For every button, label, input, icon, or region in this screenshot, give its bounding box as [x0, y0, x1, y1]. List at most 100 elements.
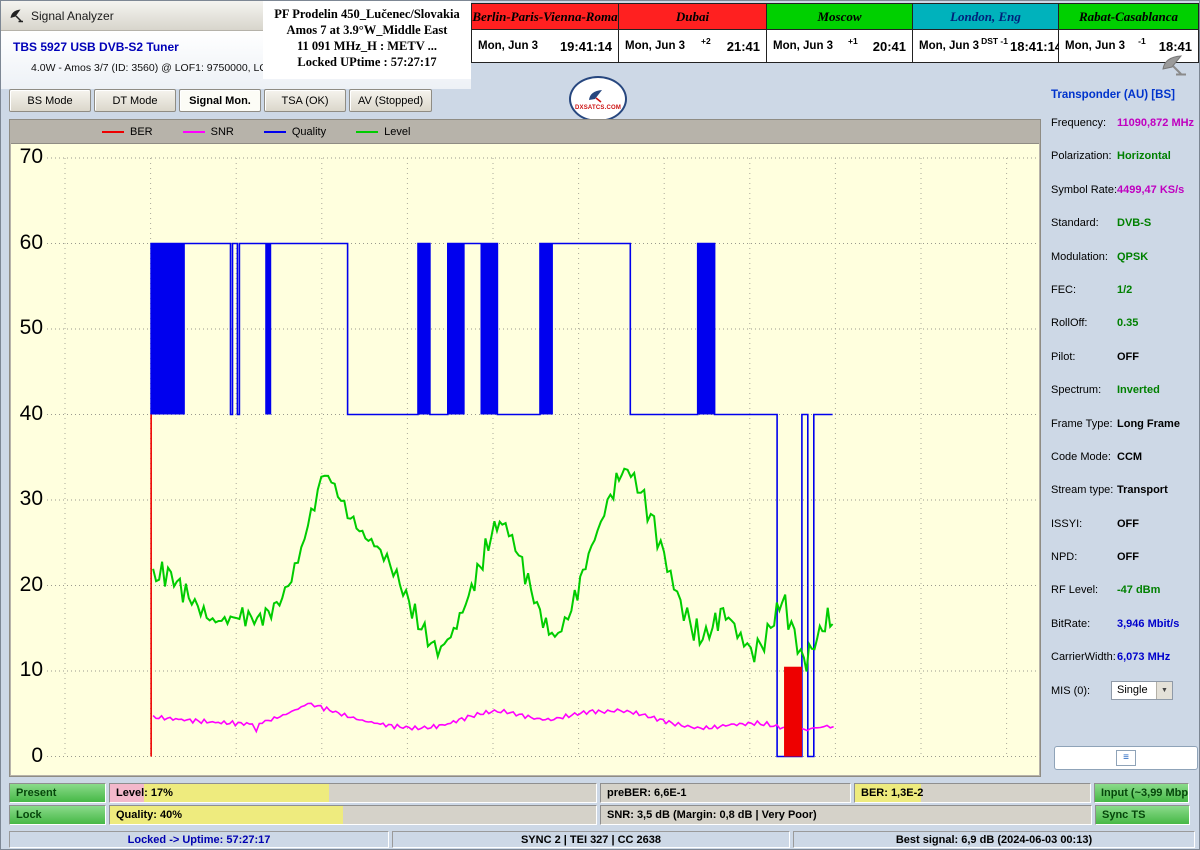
- tp-row-bitrate: BitRate: 3,946 Mbit/s: [1051, 618, 1199, 651]
- plot-canvas: [45, 144, 1041, 777]
- mis-select[interactable]: Single ▼: [1111, 681, 1173, 700]
- tp-value: 11090,872 MHz: [1117, 117, 1194, 129]
- clock-date: Mon, Jun 3: [1065, 40, 1125, 52]
- tp-row-pilot: Pilot:OFF: [1051, 351, 1199, 384]
- statusbar: Locked -> Uptime: 57:27:17 SYNC 2 | TEI …: [9, 831, 1195, 848]
- status-field-snr: SNR: 3,5 dB (Margin: 0,8 dB | Very Poor): [600, 805, 1092, 825]
- tab-bs-mode[interactable]: BS Mode: [9, 89, 91, 112]
- chevron-down-icon[interactable]: ▼: [1156, 682, 1172, 699]
- site-info-line: 11 091 MHz_H : METV ...: [263, 38, 471, 54]
- transponder-rows: Frequency:11090,872 MHzPolarization:Hori…: [1051, 117, 1199, 685]
- clock-offset: DST -1: [981, 36, 1008, 46]
- status-field-label: Level: 17%: [116, 787, 173, 799]
- legend-label: Level: [384, 126, 410, 138]
- status-row-1: Present Level: 17% preBER: 6,6E-1 BER: 1,3E…: [9, 783, 1189, 803]
- tp-row-modulation: Modulation:QPSK: [1051, 251, 1199, 284]
- status-row-2: Lock Quality: 40%SNR: 3,5 dB (Margin: 0,8…: [9, 805, 1190, 825]
- clock-moscow: MoscowMon, Jun 3+120:41: [767, 3, 913, 63]
- tp-row-codemode: Code Mode: CCM: [1051, 451, 1199, 484]
- tp-value: Horizontal: [1117, 150, 1171, 162]
- clock-date: Mon, Jun 3: [919, 40, 979, 52]
- tp-label: Polarization:: [1051, 150, 1112, 162]
- status-field-ber: BER: 1,3E-2: [854, 783, 1091, 803]
- statusbar-best-signal: Best signal: 6,9 dB (2024-06-03 00:13): [793, 831, 1195, 848]
- tp-value: OFF: [1117, 518, 1139, 530]
- status-field-quality: Quality: 40%: [109, 805, 597, 825]
- tab-av-stopped[interactable]: AV (Stopped): [349, 89, 432, 112]
- clock-city-label: London, Eng: [913, 4, 1058, 30]
- status-field-label: Present: [16, 787, 56, 799]
- status-field-lock: Lock: [9, 805, 106, 825]
- status-field-sync-ts: Sync TS: [1095, 805, 1190, 825]
- site-info-line: PF Prodelin 450_Lučenec/Slovakia: [263, 6, 471, 22]
- signal-chart: BERSNRQualityLevel 706050403020100: [9, 119, 1041, 777]
- ts-scrollbar-thumb[interactable]: ≡: [1116, 750, 1136, 766]
- tp-label: Symbol Rate:: [1051, 184, 1117, 196]
- tp-row-issyi: ISSYI:OFF: [1051, 518, 1199, 551]
- site-info-line: Amos 7 at 3.9°W_Middle East: [263, 22, 471, 38]
- site-info-line: Locked UPtime : 57:27:17: [263, 54, 471, 70]
- tab-signal-mon[interactable]: Signal Mon.: [179, 89, 261, 112]
- tp-value: -47 dBm: [1117, 584, 1160, 596]
- statusbar-sync: SYNC 2 | TEI 327 | CC 2638: [392, 831, 790, 848]
- mode-tabs: BS ModeDT ModeSignal Mon.TSA (OK)AV (Sto…: [9, 89, 432, 112]
- tab-dt-mode[interactable]: DT Mode: [94, 89, 176, 112]
- clock-dubai: DubaiMon, Jun 3+221:41: [619, 3, 767, 63]
- tp-row-fec: FEC:1/2: [1051, 284, 1199, 317]
- tp-value: QPSK: [1117, 251, 1148, 263]
- tp-label: BitRate:: [1051, 618, 1090, 630]
- plot-area: 706050403020100: [11, 143, 1039, 775]
- tp-row-rolloff: RollOff:0.35: [1051, 317, 1199, 350]
- clock-date: Mon, Jun 3: [478, 40, 538, 52]
- tp-label: Stream type:: [1051, 484, 1113, 496]
- legend-swatch: [356, 131, 378, 133]
- tp-label: Frame Type:: [1051, 418, 1113, 430]
- ts-scrollbar[interactable]: ≡: [1054, 746, 1198, 770]
- dish-icon: [1159, 53, 1195, 77]
- status-field-present: Present: [9, 783, 106, 803]
- y-tick-label: 70: [13, 145, 43, 169]
- clock-london-eng: London, EngMon, Jun 3DST -118:41:14: [913, 3, 1059, 63]
- tp-label: NPD:: [1051, 551, 1077, 563]
- tp-row-carrierwidth: CarrierWidth:6,073 MHz: [1051, 651, 1199, 684]
- tp-label: Code Mode:: [1051, 451, 1111, 463]
- signal-analyzer-window: Signal Analyzer TBS 5927 USB DVB-S2 Tune…: [0, 0, 1200, 850]
- legend-item-level: Level: [356, 126, 410, 138]
- tp-label: RF Level:: [1051, 584, 1098, 596]
- mis-row: MIS (0): Single ▼: [1051, 685, 1199, 718]
- tp-label: Standard:: [1051, 217, 1099, 229]
- tp-row-polarization: Polarization: Horizontal: [1051, 150, 1199, 183]
- mis-value: Single: [1117, 684, 1148, 696]
- site-info: PF Prodelin 450_Lučenec/SlovakiaAmos 7 a…: [263, 1, 471, 79]
- clock-date: Mon, Jun 3: [625, 40, 685, 52]
- tp-value: 3,946 Mbit/s: [1117, 618, 1179, 630]
- tp-label: Spectrum:: [1051, 384, 1101, 396]
- tp-label: RollOff:: [1051, 317, 1087, 329]
- legend-item-quality: Quality: [264, 126, 326, 138]
- window-title: Signal Analyzer: [31, 9, 114, 23]
- tp-value: 6,073 MHz: [1117, 651, 1170, 663]
- legend-label: BER: [130, 126, 153, 138]
- tp-row-standard: Standard: DVB-S: [1051, 217, 1199, 250]
- clock-offset: -1: [1138, 36, 1146, 46]
- app-dish-icon: [9, 8, 25, 24]
- y-tick-label: 50: [13, 316, 43, 340]
- clock-time: 20:41: [873, 39, 906, 54]
- tp-label: Pilot:: [1051, 351, 1075, 363]
- tp-value: CCM: [1117, 451, 1142, 463]
- status-field-label: BER: 1,3E-2: [861, 787, 923, 799]
- y-tick-label: 0: [13, 744, 43, 768]
- status-field-preber: preBER: 6,6E-1: [600, 783, 851, 803]
- tab-tsa-ok[interactable]: TSA (OK): [264, 89, 346, 112]
- clock-city-label: Berlin-Paris-Vienna-Roma: [472, 4, 618, 30]
- legend-label: Quality: [292, 126, 326, 138]
- status-field-label: Lock: [16, 809, 42, 821]
- clock-time-cell: Mon, Jun 3DST -118:41:14: [913, 30, 1058, 62]
- tp-value: 1/2: [1117, 284, 1132, 296]
- legend-item-ber: BER: [102, 126, 153, 138]
- status-field-label: Input (~3,99 Mbps): [1101, 787, 1189, 799]
- clock-time: 18:41: [1159, 39, 1192, 54]
- y-tick-label: 30: [13, 487, 43, 511]
- clock-offset: +2: [701, 36, 711, 46]
- tp-value: DVB-S: [1117, 217, 1151, 229]
